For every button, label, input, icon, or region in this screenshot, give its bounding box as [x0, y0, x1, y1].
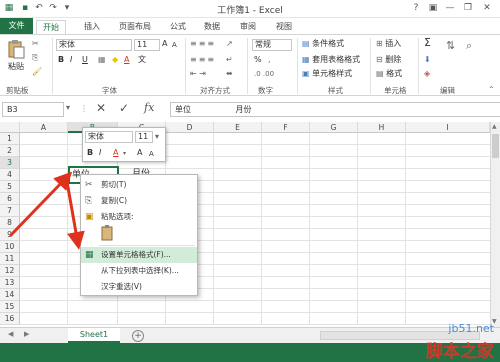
watermark: jb51.net 脚本之家 [380, 320, 500, 362]
watermark-name: 脚本之家 [426, 342, 494, 362]
annotation-arrows [8, 171, 85, 250]
arrow-to-cell [8, 171, 73, 238]
arrow-to-menu [64, 175, 85, 250]
watermark-site: jb51.net [448, 322, 494, 335]
